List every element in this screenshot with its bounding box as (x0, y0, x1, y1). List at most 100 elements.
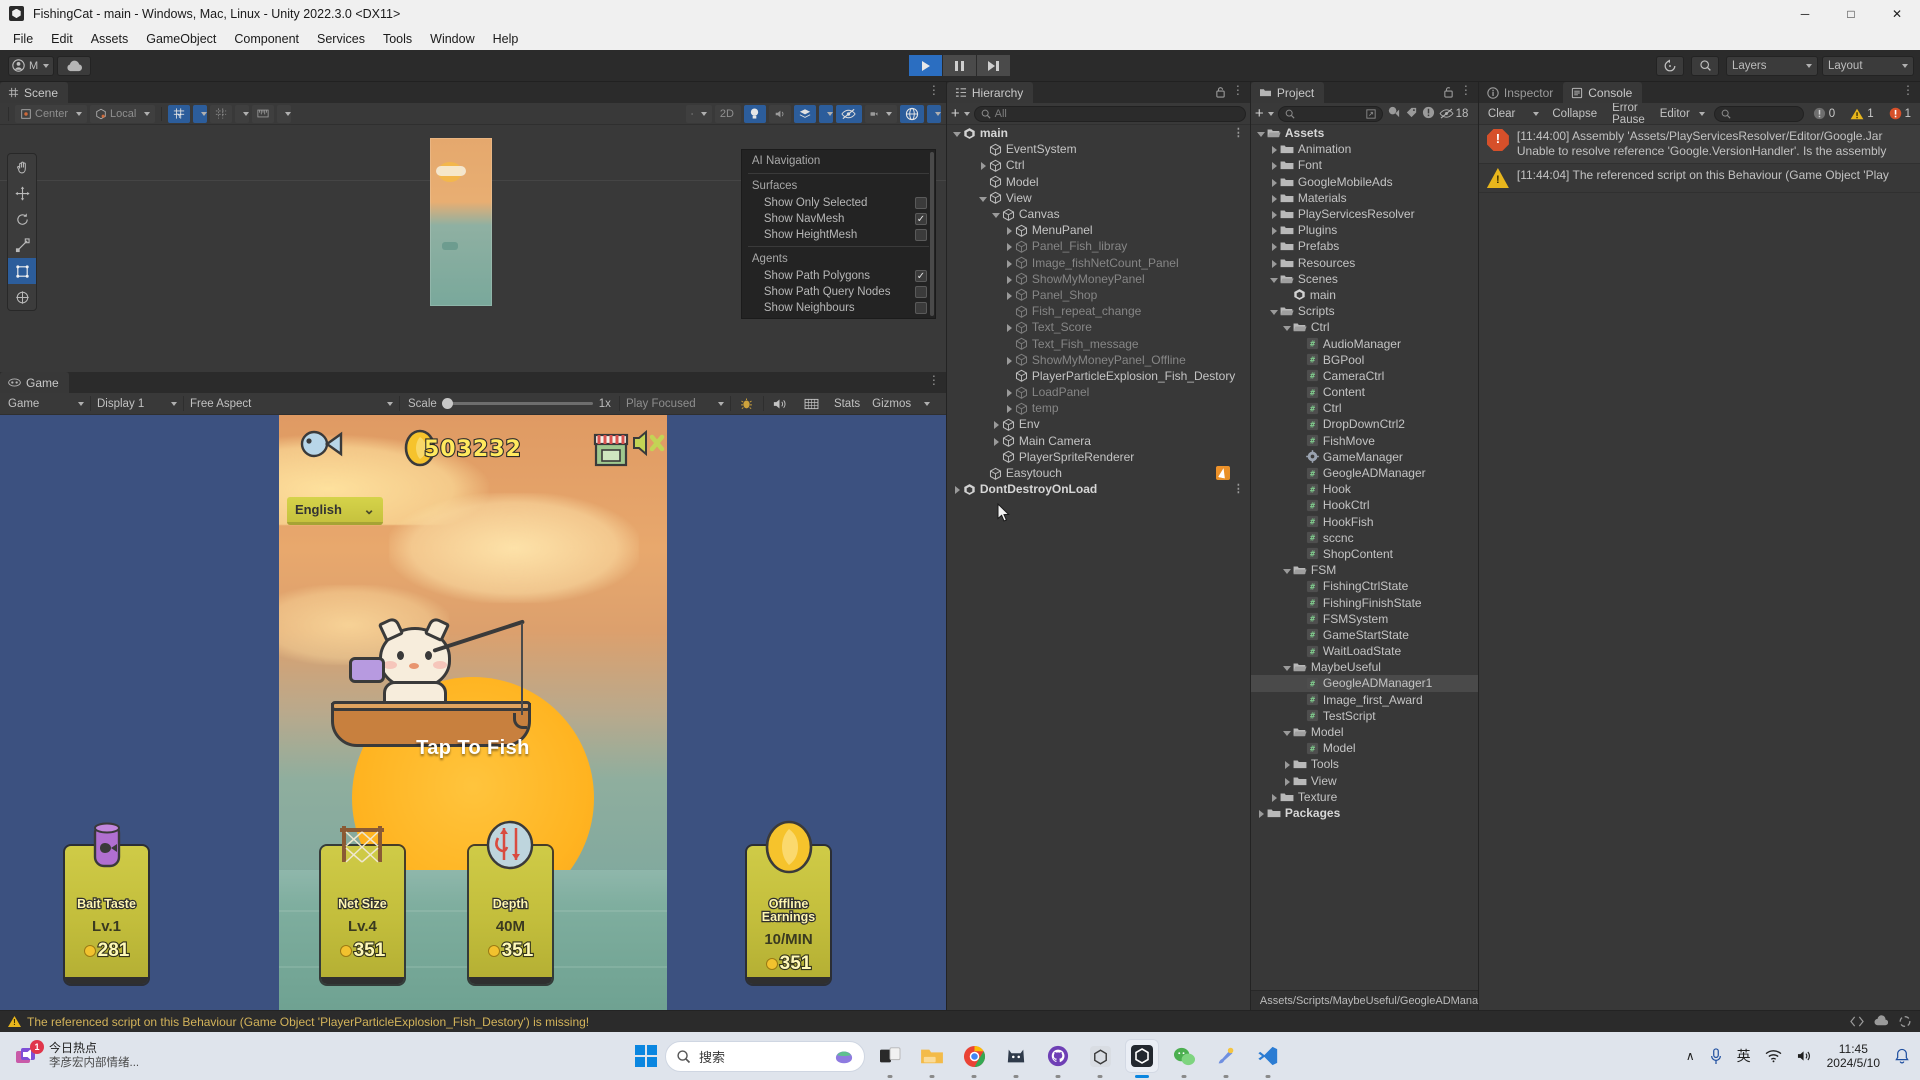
menu-assets[interactable]: Assets (82, 30, 138, 48)
chevron-right-icon[interactable] (951, 483, 963, 495)
chevron-right-icon[interactable] (1003, 289, 1015, 301)
project-row[interactable]: # FishingFinishState (1251, 594, 1478, 610)
taskbar-search-input[interactable]: 搜索 (665, 1040, 865, 1072)
scene-panel-menu[interactable]: ⋮ (928, 84, 940, 96)
hand-tool-button[interactable] (8, 154, 36, 180)
task-view-button[interactable] (873, 1039, 907, 1078)
project-row[interactable]: Scenes (1251, 271, 1478, 287)
project-row[interactable]: Resources (1251, 255, 1478, 271)
chevron-right-icon[interactable] (1268, 224, 1280, 236)
console-error-count[interactable]: 1 (1883, 105, 1917, 123)
lighting-toggle[interactable] (743, 104, 766, 123)
move-tool-button[interactable] (8, 180, 36, 206)
chevron-down-icon[interactable] (1281, 661, 1293, 673)
checkbox-unchecked[interactable] (914, 229, 927, 241)
hierarchy-row[interactable]: DontDestroyOnLoad ⋮ (947, 481, 1250, 497)
scale-slider-track[interactable] (441, 398, 593, 409)
project-row[interactable]: Prefabs (1251, 238, 1478, 254)
chevron-down-icon[interactable] (951, 127, 963, 139)
project-tree[interactable]: Assets Animation Font GoogleMobileAds Materi… (1250, 125, 1478, 990)
project-row[interactable]: # WaitLoadState (1251, 643, 1478, 659)
console-search-input[interactable] (1713, 105, 1804, 122)
menu-edit[interactable]: Edit (42, 30, 82, 48)
chevron-right-icon[interactable] (1268, 208, 1280, 220)
checkbox-unchecked[interactable] (914, 286, 927, 298)
scene-shading-dropdown[interactable] (685, 104, 712, 123)
project-row[interactable]: GameManager (1251, 449, 1478, 465)
scene-visibility-toggle[interactable] (835, 104, 862, 123)
nav-show-path-query-nodes[interactable]: Show Path Query Nodes (742, 284, 935, 300)
project-row[interactable]: # GeogleADManager1 (1250, 675, 1478, 692)
hierarchy-row[interactable]: Text_Score (947, 319, 1250, 335)
tab-scene[interactable]: Scene (0, 82, 69, 103)
chevron-right-icon[interactable] (990, 435, 1002, 447)
game-viewport[interactable]: 503232 English ⌄ Tap To Fish Net Size Lv… (0, 415, 946, 1010)
gizmos-dropdown[interactable]: Gizmos (866, 395, 917, 413)
sound-toggle-button[interactable] (631, 427, 667, 462)
checkbox-checked[interactable]: ✓ (914, 270, 927, 282)
hierarchy-row[interactable]: Canvas (947, 206, 1250, 222)
hierarchy-row[interactable]: Fish_repeat_change (947, 303, 1250, 319)
grid-visibility-toggle[interactable] (210, 104, 233, 123)
project-row[interactable]: MaybeUseful (1251, 659, 1478, 675)
project-row[interactable]: # Content (1251, 384, 1478, 400)
hierarchy-row[interactable]: PlayerSpriteRenderer (947, 449, 1250, 465)
project-row[interactable]: Model (1251, 724, 1478, 740)
hidden-items-indicator[interactable]: 18 (1439, 108, 1468, 120)
chevron-right-icon[interactable] (1003, 402, 1015, 414)
tab-game[interactable]: Game (0, 372, 69, 393)
nav-show-neighbours[interactable]: Show Neighbours (742, 300, 935, 316)
row-context-menu[interactable]: ⋮ (1233, 483, 1244, 494)
hierarchy-row[interactable]: Easytouch (947, 465, 1250, 481)
project-row[interactable]: Animation (1251, 141, 1478, 157)
status-bar[interactable]: The referenced script on this Behaviour … (0, 1010, 1920, 1032)
game-target-dropdown[interactable]: Game (2, 395, 90, 413)
project-row[interactable]: # FishMove (1251, 433, 1478, 449)
menu-file[interactable]: File (4, 30, 42, 48)
cat-app-button[interactable] (999, 1039, 1033, 1078)
chevron-right-icon[interactable] (1268, 192, 1280, 204)
audio-toggle[interactable] (768, 104, 791, 123)
notification-bell-icon[interactable] (1894, 1048, 1910, 1065)
project-row[interactable]: # ShopContent (1251, 546, 1478, 562)
console-editor-dropdown[interactable]: Editor (1654, 105, 1711, 123)
chevron-right-icon[interactable] (1003, 321, 1015, 333)
project-row[interactable]: # FSMSystem (1251, 611, 1478, 627)
game-panel-menu[interactable]: ⋮ (928, 374, 940, 386)
rotate-tool-button[interactable] (8, 206, 36, 232)
overlay-scrollbar[interactable] (929, 152, 934, 316)
menu-component[interactable]: Component (225, 30, 308, 48)
chevron-down-icon[interactable] (1281, 564, 1293, 576)
snap-increment-dropdown[interactable] (277, 104, 292, 123)
hierarchy-row[interactable]: ShowMyMoneyPanel (947, 271, 1250, 287)
hierarchy-row[interactable]: Env (947, 416, 1250, 432)
camera-settings-dropdown[interactable] (864, 104, 897, 123)
console-collapse-button[interactable]: Collapse (1546, 105, 1603, 123)
chevron-down-icon[interactable] (977, 192, 989, 204)
tab-console[interactable]: Console (1563, 82, 1643, 103)
project-row[interactable]: # Model (1251, 740, 1478, 756)
hierarchy-row[interactable]: main ⋮ (947, 125, 1250, 141)
microphone-icon[interactable] (1709, 1047, 1723, 1065)
tab-project[interactable]: Project (1250, 82, 1325, 103)
hierarchy-row[interactable]: Model (947, 174, 1250, 190)
grid-snap-dropdown[interactable] (193, 104, 208, 123)
project-row[interactable]: Plugins (1251, 222, 1478, 238)
game-stats-grid-button[interactable] (796, 395, 828, 413)
undo-history-button[interactable] (1656, 55, 1684, 76)
project-row[interactable]: # DropDownCtrl2 (1251, 416, 1478, 432)
project-search-input[interactable] (1277, 105, 1383, 122)
shop-button[interactable] (591, 429, 631, 472)
play-mode-dropdown[interactable]: Play Focused (620, 395, 730, 413)
chevron-right-icon[interactable] (977, 159, 989, 171)
console-message-warning[interactable]: [11:44:04] The referenced script on this… (1478, 164, 1920, 193)
nav-show-path-polygons[interactable]: Show Path Polygons ✓ (742, 268, 935, 284)
chevron-right-icon[interactable] (1281, 775, 1293, 787)
ime-indicator[interactable]: 英 (1737, 1046, 1751, 1066)
tab-hierarchy[interactable]: Hierarchy (946, 82, 1034, 103)
checkbox-checked[interactable]: ✓ (914, 213, 927, 225)
project-row[interactable]: PlayServicesResolver (1251, 206, 1478, 222)
scene-gizmos-dropdown[interactable] (926, 104, 941, 123)
hierarchy-row[interactable]: ShowMyMoneyPanel_Offline (947, 352, 1250, 368)
tray-chevron-up-icon[interactable]: ∧ (1686, 1049, 1695, 1063)
